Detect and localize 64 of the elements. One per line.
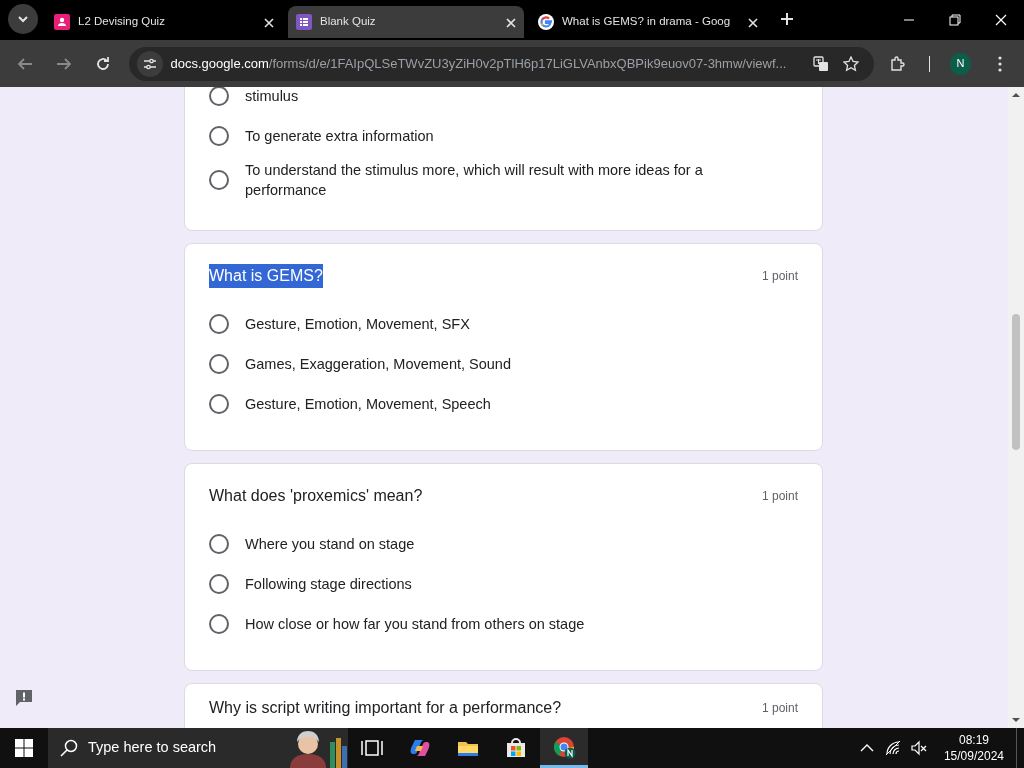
volume-icon	[910, 740, 927, 756]
close-icon	[995, 14, 1007, 26]
question-title: Why is script writing important for a performance?	[209, 698, 562, 718]
radio-button[interactable]	[209, 394, 229, 414]
forward-arrow-icon	[56, 55, 73, 72]
points-label: 1 point	[761, 700, 798, 717]
browser-tab[interactable]: What is GEMS? in drama - Goog	[530, 6, 766, 38]
browser-tab[interactable]: L2 Devising Quiz	[46, 6, 282, 38]
option-label: Gesture, Emotion, Movement, Speech	[245, 395, 491, 414]
network-icon	[884, 740, 901, 756]
google-icon	[538, 14, 554, 30]
option-label: Where you stand on stage	[245, 535, 415, 554]
reload-icon	[95, 55, 112, 72]
scrollbar-thumb[interactable]	[1012, 314, 1020, 450]
address-bar[interactable]: docs.google.com/forms/d/e/1FAIpQLSeTWvZU3yZiH0v2pTlH6p17LiGLVAnbxQBPik9euov07-3hmw/viewf...	[128, 46, 875, 81]
site-info-button[interactable]	[136, 50, 163, 77]
chrome-icon	[552, 734, 576, 759]
browser-tab[interactable]: Blank Quiz	[288, 6, 524, 38]
restore-icon	[949, 14, 961, 26]
clock[interactable]: 08:19 15/09/2024	[935, 732, 1012, 764]
star-icon	[843, 55, 860, 72]
windows-logo-icon	[15, 739, 33, 757]
close-icon	[506, 17, 516, 28]
translate-icon	[813, 55, 830, 72]
plus-icon	[780, 12, 794, 26]
scroll-up-icon[interactable]	[1012, 92, 1020, 98]
close-icon	[264, 17, 274, 28]
taskbar-search-box[interactable]: Type here to search	[48, 728, 348, 768]
radio-button[interactable]	[209, 534, 229, 554]
radio-button[interactable]	[209, 170, 229, 190]
radio-button[interactable]	[209, 354, 229, 374]
search-icon	[60, 739, 78, 757]
option-label: Games, Exaggeration, Movement, Sound	[245, 355, 511, 374]
question-title: What does 'proxemics' mean?	[209, 486, 423, 506]
radio-button[interactable]	[209, 314, 229, 334]
puzzle-piece-icon	[889, 55, 906, 72]
option-label: stimulus	[245, 87, 299, 106]
option-label: Gesture, Emotion, Movement, SFX	[245, 315, 470, 334]
radio-button[interactable]	[209, 574, 229, 594]
scroll-down-icon[interactable]	[1012, 717, 1020, 723]
feedback-button[interactable]	[14, 688, 34, 708]
option-label: To generate extra information	[245, 127, 434, 146]
back-arrow-icon	[17, 55, 34, 72]
close-icon	[748, 17, 758, 28]
tab-search-button[interactable]	[8, 4, 38, 34]
option-label: To understand the stimulus more, which will result with more ideas for a performance	[245, 161, 704, 200]
tune-icon	[142, 56, 157, 71]
store-icon	[504, 736, 528, 760]
option-label: How close or how far you stand from others on stage	[245, 615, 585, 634]
points-label: 1 point	[761, 268, 798, 285]
radio-button[interactable]	[209, 87, 229, 106]
question-title: What is GEMS?	[209, 264, 323, 288]
feedback-icon	[14, 688, 34, 708]
points-label: 1 point	[761, 488, 798, 505]
form-icon	[54, 14, 70, 30]
more-icon	[997, 55, 1002, 72]
caret-icon	[17, 15, 29, 23]
form-icon	[296, 14, 312, 30]
url-text: docs.google.com/forms/d/e/1FAIpQLSeTWvZU3yZiH0v2pTlH6p17LiGLVAnbxQBPik9euov07-3hmw/viewf...	[170, 54, 788, 73]
chrome-button[interactable]	[540, 728, 588, 768]
profile-avatar[interactable]: N	[949, 52, 972, 75]
radio-button[interactable]	[209, 126, 229, 146]
radio-button[interactable]	[209, 614, 229, 634]
option-label: Following stage directions	[245, 575, 412, 594]
